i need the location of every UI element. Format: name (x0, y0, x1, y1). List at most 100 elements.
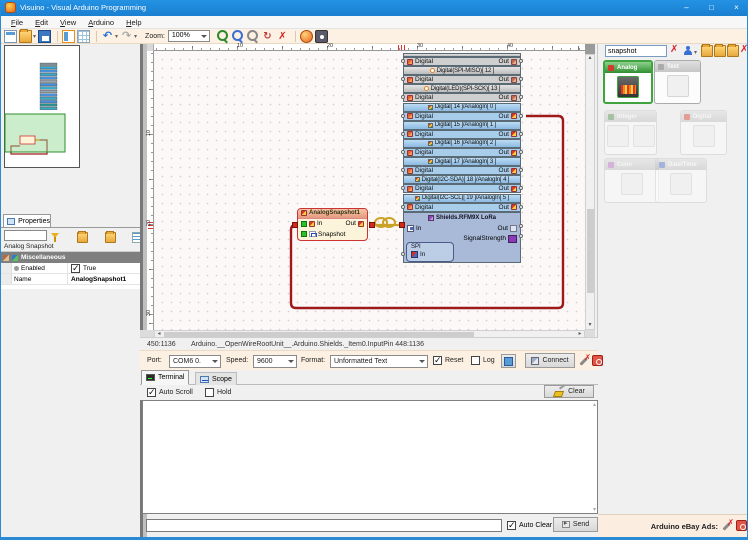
log-file-button[interactable] (501, 354, 516, 368)
menu-help[interactable]: Help (121, 18, 146, 27)
palette-card-analog[interactable]: Analog (603, 60, 653, 104)
terminal-output[interactable]: ▴ ▾ (142, 400, 598, 514)
folder-down-icon[interactable] (727, 44, 739, 57)
new-project-icon[interactable] (4, 29, 17, 43)
pin-connector[interactable] (401, 95, 405, 100)
analog-snapshot-block[interactable]: AnalogSnapshot1 In Out Snapshot (297, 207, 368, 241)
pin-connector[interactable] (401, 77, 405, 82)
component-tile[interactable] (632, 125, 655, 147)
zoom-out-icon[interactable] (231, 29, 244, 43)
connection-settings-icon[interactable] (578, 353, 591, 366)
pin-connector[interactable] (519, 131, 523, 136)
shield-in-pin-icon[interactable] (407, 224, 414, 232)
design-canvas[interactable]: Digital Out Digital(SPI-MISO)[ 12 ] Digital… (154, 51, 585, 330)
palette-card-digital[interactable]: Digital (680, 110, 727, 155)
board-pin-row[interactable]: Digital Out (401, 129, 523, 139)
send-input[interactable] (146, 519, 502, 532)
tab-properties[interactable]: Properties (3, 214, 51, 228)
component-tile[interactable] (606, 125, 629, 147)
menu-file[interactable]: File (6, 18, 28, 27)
zoom-in-icon[interactable] (216, 29, 229, 43)
pin-connector[interactable] (401, 186, 405, 191)
expand-folders-icon[interactable] (77, 231, 89, 243)
pin-connector[interactable] (519, 113, 523, 118)
property-checkbox[interactable] (71, 263, 80, 274)
chevron-down-icon[interactable]: ▾ (115, 33, 118, 40)
board-pin-row[interactable]: Digital Out (401, 148, 523, 158)
folder-up-icon[interactable] (714, 44, 726, 57)
board-pin-row[interactable]: Digital Out (401, 111, 523, 121)
minimize-button[interactable]: – (674, 0, 699, 16)
redo-icon[interactable] (120, 30, 133, 43)
property-row-enabled[interactable]: EnabledTrue (1, 263, 140, 274)
board-pin-row[interactable]: Digital Out (401, 75, 523, 85)
refresh-icon[interactable] (261, 30, 274, 43)
new-folder-icon[interactable] (701, 44, 713, 57)
arduino-board-block[interactable]: Digital Out Digital(SPI-MISO)[ 12 ] Digital… (401, 51, 523, 263)
property-category-row[interactable]: Miscellaneous (1, 252, 140, 263)
spi-sub-block[interactable]: SPI In (406, 241, 454, 262)
minimap-viewport[interactable] (4, 113, 66, 153)
ads-close-icon[interactable] (736, 520, 747, 531)
save-project-icon[interactable] (38, 29, 52, 43)
canvas-vertical-scrollbar[interactable]: ▴ ▾ (585, 54, 595, 330)
palette-card-color[interactable]: Color (604, 158, 659, 203)
undo-icon[interactable] (101, 30, 114, 43)
view-grid-icon[interactable] (77, 29, 91, 43)
palette-card-date-time[interactable]: Date/Time (655, 158, 707, 203)
hold-checkbox[interactable] (205, 388, 214, 397)
zoom-fit-icon[interactable] (246, 29, 259, 43)
snapshot-in-pin[interactable] (301, 220, 307, 227)
open-project-icon[interactable] (19, 28, 32, 43)
view-structure-icon[interactable] (62, 29, 76, 43)
tab-scope[interactable]: Scope (195, 372, 237, 385)
zoom-combobox[interactable]: 100% (167, 30, 210, 42)
ads-settings-icon[interactable] (721, 518, 734, 531)
component-search-input[interactable] (605, 45, 667, 57)
menu-view[interactable]: View (55, 18, 81, 27)
tab-terminal[interactable]: Terminal (141, 370, 190, 385)
shield-rfm9x-lora-block[interactable]: Shields.RFM9X LoRa In Out SignalStrength… (401, 211, 523, 263)
pin-connector[interactable] (401, 131, 405, 136)
clear-button[interactable]: Clear (544, 385, 594, 398)
menu-arduino[interactable]: Arduino (83, 18, 119, 27)
component-tile[interactable] (666, 75, 689, 97)
chevron-down-icon[interactable]: ▾ (33, 33, 36, 40)
close-button[interactable]: × (724, 0, 747, 16)
disconnect-icon[interactable] (592, 355, 603, 366)
send-button[interactable]: Send (553, 517, 598, 532)
gallery-icon[interactable] (314, 29, 328, 43)
shield-out-pin-icon[interactable] (510, 224, 517, 232)
pin-connector[interactable] (401, 150, 405, 155)
connect-button[interactable]: Connect (525, 353, 575, 368)
component-tile[interactable] (670, 173, 692, 195)
component-tile[interactable] (617, 76, 639, 98)
signal-strength-pin-icon[interactable] (508, 234, 517, 243)
palette-card-text[interactable]: Text (654, 60, 701, 104)
spi-in-pin-icon[interactable] (411, 250, 418, 258)
minimap-overview[interactable] (4, 45, 80, 168)
component-tile[interactable] (692, 125, 715, 147)
board-pin-row[interactable]: Digital Out (401, 93, 523, 103)
pin-connector[interactable] (401, 168, 405, 173)
scroll-down-icon[interactable]: ▾ (593, 506, 596, 513)
pin-connector[interactable] (401, 204, 405, 209)
board-pin-row[interactable]: Digital Out (401, 184, 523, 194)
speed-combobox[interactable]: 9600 (253, 355, 297, 368)
palette-card-integer[interactable]: Integer (604, 110, 657, 155)
maximize-button[interactable]: □ (699, 0, 724, 16)
board-pin-row[interactable]: Digital Out (401, 166, 523, 176)
port-combobox[interactable]: COM6 0. (169, 355, 221, 368)
menu-edit[interactable]: Edit (30, 18, 53, 27)
delete-icon[interactable] (276, 30, 289, 43)
chevron-down-icon[interactable]: ▾ (134, 33, 137, 40)
clear-search-icon[interactable] (669, 44, 681, 57)
pin-connector[interactable] (401, 113, 405, 118)
component-tile[interactable] (620, 173, 643, 195)
close-palette-icon[interactable] (739, 44, 747, 57)
pin-connector[interactable] (401, 59, 405, 64)
reset-checkbox[interactable] (433, 355, 442, 366)
collapse-folders-icon[interactable] (104, 231, 116, 243)
pin-connector[interactable] (401, 252, 405, 257)
snapshot-clock-pin[interactable] (301, 231, 307, 238)
